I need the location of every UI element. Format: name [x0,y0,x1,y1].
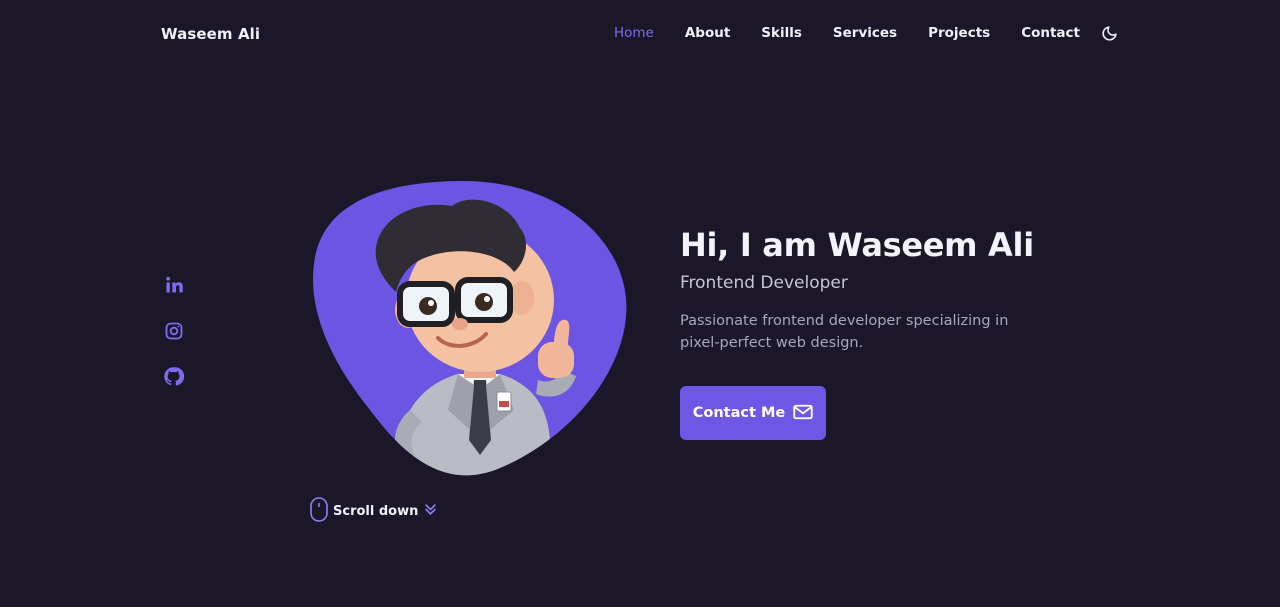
moon-icon[interactable] [1100,24,1118,42]
hero-title: Hi, I am Waseem Ali [680,226,1034,264]
mouse-icon [310,497,328,526]
nav-contact[interactable]: Contact [1021,25,1080,41]
linkedin-icon[interactable] [163,274,184,295]
hero-avatar-blob [310,180,628,476]
scroll-down-link[interactable]: Scroll down [310,497,438,526]
site-logo[interactable]: Waseem Ali [161,25,260,43]
main-nav: Home About Skills Services Projects Cont… [614,24,1118,42]
nav-skills[interactable]: Skills [761,25,802,41]
nav-services[interactable]: Services [833,25,897,41]
chevrons-down-icon [423,502,438,521]
contact-me-label: Contact Me [692,405,786,421]
mail-icon [793,404,813,423]
nav-projects[interactable]: Projects [928,25,990,41]
scroll-down-label: Scroll down [333,504,419,519]
nav-home[interactable]: Home [614,25,654,41]
social-links [163,274,184,387]
cartoon-avatar [313,180,627,476]
nav-about[interactable]: About [685,25,730,41]
site-header: Waseem Ali Home About Skills Services Pr… [0,0,1280,68]
github-icon[interactable] [163,366,184,387]
page: Waseem Ali Home About Skills Services Pr… [0,0,1280,607]
hero-description: Passionate frontend developer specializi… [680,313,1009,351]
contact-me-button[interactable]: Contact Me [680,386,826,440]
hero-subtitle: Frontend Developer [680,273,848,293]
instagram-icon[interactable] [163,320,184,341]
